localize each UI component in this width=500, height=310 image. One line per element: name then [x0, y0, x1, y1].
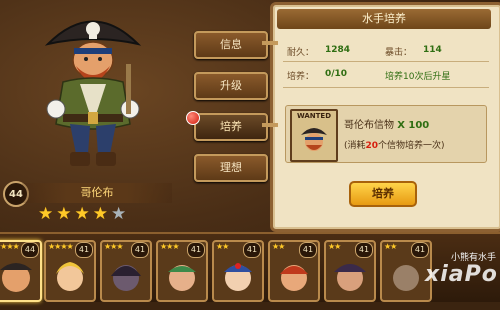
crew-card[interactable]: 44 ★★★★ — [0, 240, 42, 302]
crew-stars: ★★ — [272, 242, 285, 251]
hero-name: 哥伦布 — [22, 183, 172, 203]
notification-dot-icon — [186, 111, 200, 125]
token-item-box: WANTED 哥伦布信物 X 100 (消耗20个信物培养一次) — [285, 105, 487, 163]
wanted-label: WANTED — [296, 112, 332, 120]
empty-star-icon: ★ — [111, 204, 127, 224]
token-item-name: 哥伦布信物 X 100 — [344, 116, 429, 131]
hero-star-rating: ★ ★ ★ ★ ★ — [38, 206, 126, 223]
crew-portrait — [111, 265, 141, 291]
game-screen: 44 哥伦布 ★ ★ ★ ★ ★ 信息 升级 培养 理想 水手培养 耐久： 12… — [0, 0, 500, 302]
crew-portrait — [224, 263, 252, 291]
star-icon: ★ — [38, 204, 54, 224]
star-icon: ★ — [74, 204, 90, 224]
train-progress-label: 培养： — [287, 72, 315, 82]
train-note: 培养10次后升星 — [385, 72, 451, 82]
durability-value: 1284 — [325, 45, 351, 55]
token-name-text: 哥伦布信物 — [344, 120, 394, 131]
crit-value: 114 — [423, 45, 442, 55]
menu-info-button[interactable]: 信息 — [194, 31, 268, 59]
train-progress-value: 0/10 — [325, 69, 348, 79]
menu-upgrade-button[interactable]: 升级 — [194, 72, 268, 100]
crew-stars: ★★★ — [160, 242, 179, 251]
divider — [283, 87, 489, 88]
crew-card[interactable]: 41 ★★ — [324, 240, 376, 302]
crew-stars: ★★★★ — [0, 242, 20, 251]
crew-stars: ★★ — [328, 242, 341, 251]
crew-portrait — [168, 265, 196, 291]
cost-amount: 20 — [365, 141, 379, 151]
crew-stars: ★★ — [384, 242, 397, 251]
crew-card[interactable]: 41 ★★★ — [100, 240, 152, 302]
cost-prefix: (消耗 — [344, 141, 366, 151]
wanted-poster-icon[interactable]: WANTED — [290, 109, 338, 162]
crew-portrait — [56, 262, 84, 291]
watermark-logo: xiaPo — [425, 262, 498, 287]
crew-portrait — [280, 265, 308, 291]
menu-connector — [262, 41, 278, 45]
crew-card[interactable]: 41 ★★★ — [156, 240, 208, 302]
menu-connector — [262, 123, 278, 127]
token-count: X 100 — [397, 120, 430, 131]
crew-card[interactable]: 41 ★★ — [268, 240, 320, 302]
crew-portrait — [334, 264, 366, 291]
crit-label: 暴击： — [385, 48, 413, 58]
star-icon: ★ — [56, 204, 72, 224]
train-cost-text: (消耗20个信物培养一次) — [344, 138, 445, 151]
crew-stars: ★★ — [216, 242, 229, 251]
train-button[interactable]: 培养 — [349, 181, 417, 207]
crew-card[interactable]: 41 ★★ — [212, 240, 264, 302]
crew-card[interactable]: 41 ★★★★ — [44, 240, 96, 302]
durability-label: 耐久： — [287, 48, 315, 58]
pirate-hero-portrait[interactable] — [18, 4, 168, 174]
star-icon: ★ — [92, 204, 108, 224]
menu-ideal-button[interactable]: 理想 — [194, 154, 268, 182]
crew-stars: ★★★ — [104, 242, 123, 251]
crew-portrait — [0, 263, 32, 292]
hero-panel: 44 哥伦布 ★ ★ ★ ★ ★ — [0, 0, 185, 232]
cost-suffix: 个信物培养一次) — [378, 141, 445, 151]
menu-train-button[interactable]: 培养 — [194, 113, 268, 141]
pirate-face-icon — [301, 128, 327, 151]
divider — [283, 61, 489, 62]
training-panel: 水手培养 耐久： 1284 暴击： 114 培养： 0/10 培养10次后升星 … — [270, 2, 500, 232]
panel-title: 水手培养 — [277, 9, 491, 29]
crew-stars: ★★★★ — [48, 242, 74, 251]
